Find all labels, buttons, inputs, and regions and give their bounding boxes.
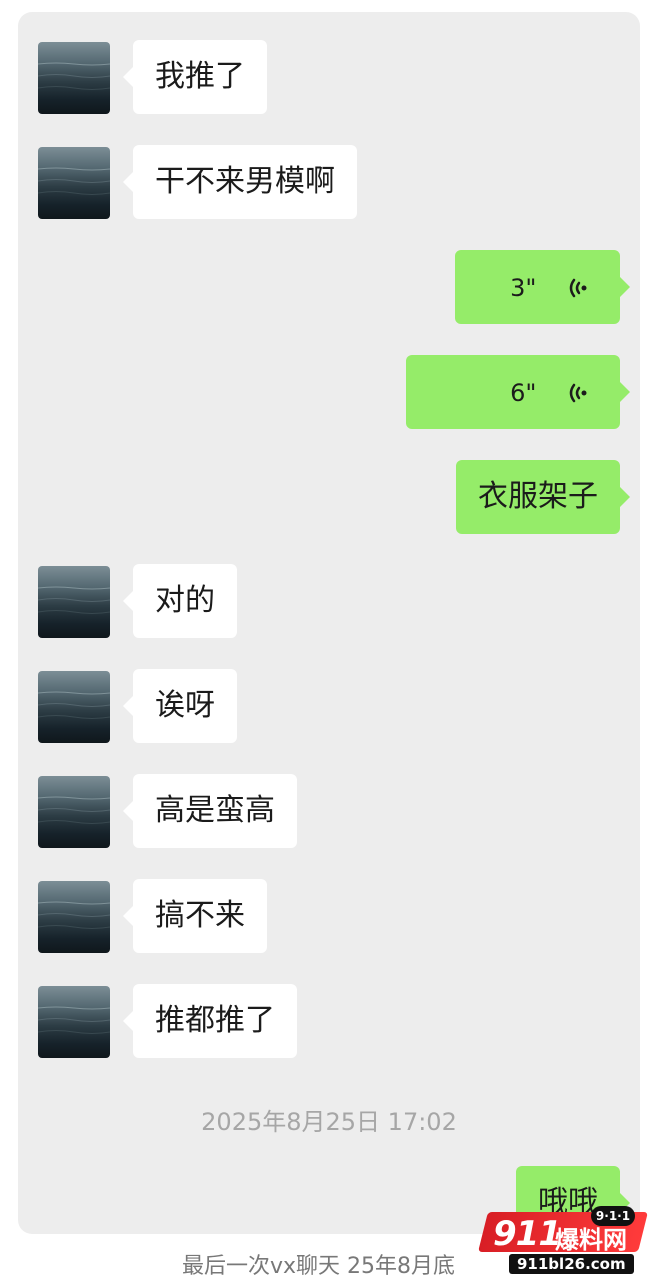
voice-duration: 3" — [510, 273, 537, 302]
message-row: 衣服架子 — [18, 460, 640, 536]
watermark-badge: 9·1·1 — [591, 1206, 635, 1226]
incoming-message-bubble[interactable]: 对的 — [123, 564, 237, 638]
message-text: 诶呀 — [155, 688, 215, 723]
sea-avatar-image — [38, 901, 110, 929]
message-text: 高是蛮高 — [155, 793, 275, 828]
outgoing-message-bubble[interactable]: 衣服架子 — [456, 460, 630, 534]
message-row: 诶呀 — [18, 669, 640, 745]
footer-caption: 最后一次vx聊天 25年8月底 — [182, 1254, 456, 1279]
contact-avatar[interactable] — [38, 147, 110, 219]
outgoing-voice-message[interactable]: 6" — [406, 355, 630, 429]
voice-wave-icon — [569, 383, 587, 402]
message-row: 高是蛮高 — [18, 774, 640, 850]
incoming-message-bubble[interactable]: 推都推了 — [123, 984, 297, 1058]
message-row: 推都推了 — [18, 984, 640, 1060]
sea-avatar-image — [38, 691, 110, 719]
sea-avatar-image — [38, 586, 110, 614]
sea-avatar-image — [38, 796, 110, 824]
message-row: 3" — [18, 250, 640, 326]
outgoing-voice-message[interactable]: 3" — [455, 250, 630, 324]
contact-avatar[interactable] — [38, 566, 110, 638]
contact-avatar[interactable] — [38, 776, 110, 848]
sea-avatar-image — [38, 1006, 110, 1034]
voice-duration: 6" — [510, 378, 537, 407]
incoming-message-bubble[interactable]: 诶呀 — [123, 669, 237, 743]
watermark-url: 911bl26.com — [509, 1254, 634, 1274]
contact-avatar[interactable] — [38, 42, 110, 114]
voice-wave-icon — [569, 278, 587, 297]
contact-avatar[interactable] — [38, 986, 110, 1058]
incoming-message-bubble[interactable]: 干不来男模啊 — [123, 145, 357, 219]
contact-avatar[interactable] — [38, 671, 110, 743]
message-text: 衣服架子 — [478, 479, 598, 514]
message-text: 我推了 — [155, 59, 245, 94]
message-row: 搞不来 — [18, 879, 640, 955]
message-text: 推都推了 — [155, 1003, 275, 1038]
message-row: 干不来男模啊 — [18, 145, 640, 221]
incoming-message-bubble[interactable]: 高是蛮高 — [123, 774, 297, 848]
chat-timestamp: 2025年8月25日 17:02 — [201, 1108, 457, 1136]
message-text: 对的 — [155, 583, 215, 618]
contact-avatar[interactable] — [38, 881, 110, 953]
message-row: 6" — [18, 355, 640, 431]
message-row: 对的 — [18, 564, 640, 640]
incoming-message-bubble[interactable]: 搞不来 — [123, 879, 267, 953]
watermark-number: 911 — [493, 1214, 562, 1254]
message-text: 干不来男模啊 — [155, 164, 335, 199]
message-text: 搞不来 — [155, 898, 245, 933]
incoming-message-bubble[interactable]: 我推了 — [123, 40, 267, 114]
message-row: 我推了 — [18, 40, 640, 116]
site-watermark-logo: 911 爆料网 9·1·1 911bl26.com — [478, 1206, 648, 1276]
sea-avatar-image — [38, 62, 110, 90]
sea-avatar-image — [38, 167, 110, 195]
